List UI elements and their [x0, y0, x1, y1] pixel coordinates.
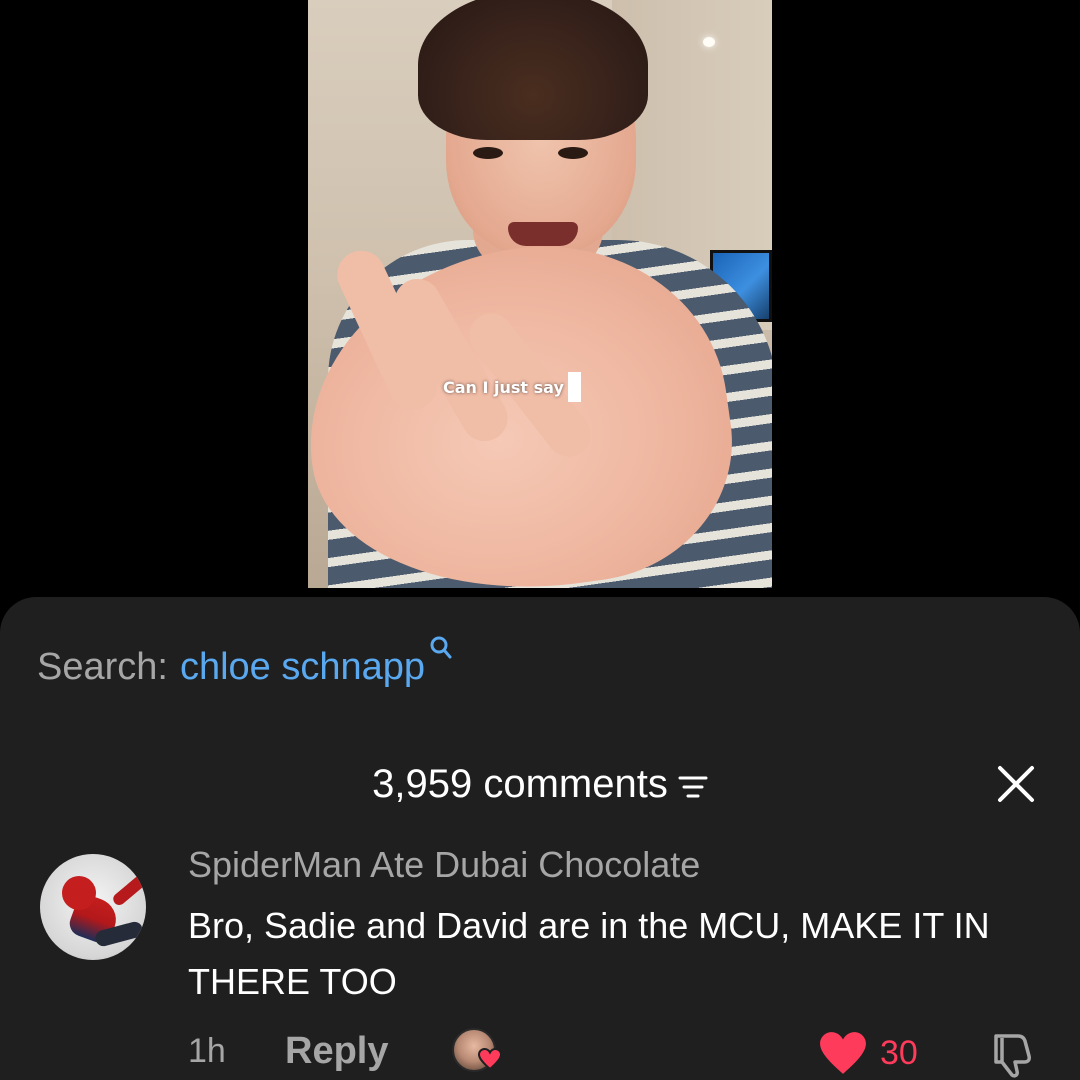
comment-footer: 1h Reply 30	[0, 1028, 1080, 1080]
sort-icon[interactable]	[678, 765, 708, 810]
avatar-detail	[62, 876, 96, 910]
comments-header: 3,959 comments	[0, 758, 1080, 810]
close-button[interactable]	[994, 762, 1038, 806]
search-suggestion[interactable]: Search: chloe schnapp	[37, 636, 453, 694]
comment-text: Bro, Sadie and David are in the MCU, MAK…	[188, 905, 990, 1002]
creator-heart-icon	[478, 1048, 502, 1070]
caption-cursor	[567, 372, 581, 402]
person-hair	[418, 0, 648, 140]
avatar-detail	[110, 872, 146, 908]
video-caption-text: Can I just say	[443, 377, 564, 397]
search-label: Search:	[37, 646, 168, 688]
search-query-link[interactable]: chloe schnapp	[180, 646, 425, 689]
comment-author[interactable]: SpiderMan Ate Dubai Chocolate	[188, 844, 700, 886]
reply-button[interactable]: Reply	[285, 1030, 388, 1073]
right-eye	[558, 147, 588, 159]
avatar[interactable]	[40, 854, 146, 960]
comments-count: 3,959 comments	[372, 761, 668, 806]
close-icon	[998, 766, 1034, 802]
dislike-icon[interactable]	[988, 1030, 1040, 1080]
left-eye	[473, 147, 503, 159]
like-count: 30	[880, 1034, 918, 1072]
mouth	[508, 222, 578, 246]
creator-liked-badge	[452, 1028, 508, 1078]
search-icon	[429, 628, 453, 671]
comment-timestamp: 1h	[188, 1032, 226, 1070]
heart-icon[interactable]	[818, 1030, 868, 1080]
video-player[interactable]: Can I just say	[308, 0, 772, 588]
ceiling-light	[703, 37, 715, 47]
video-caption: Can I just say	[443, 372, 581, 402]
